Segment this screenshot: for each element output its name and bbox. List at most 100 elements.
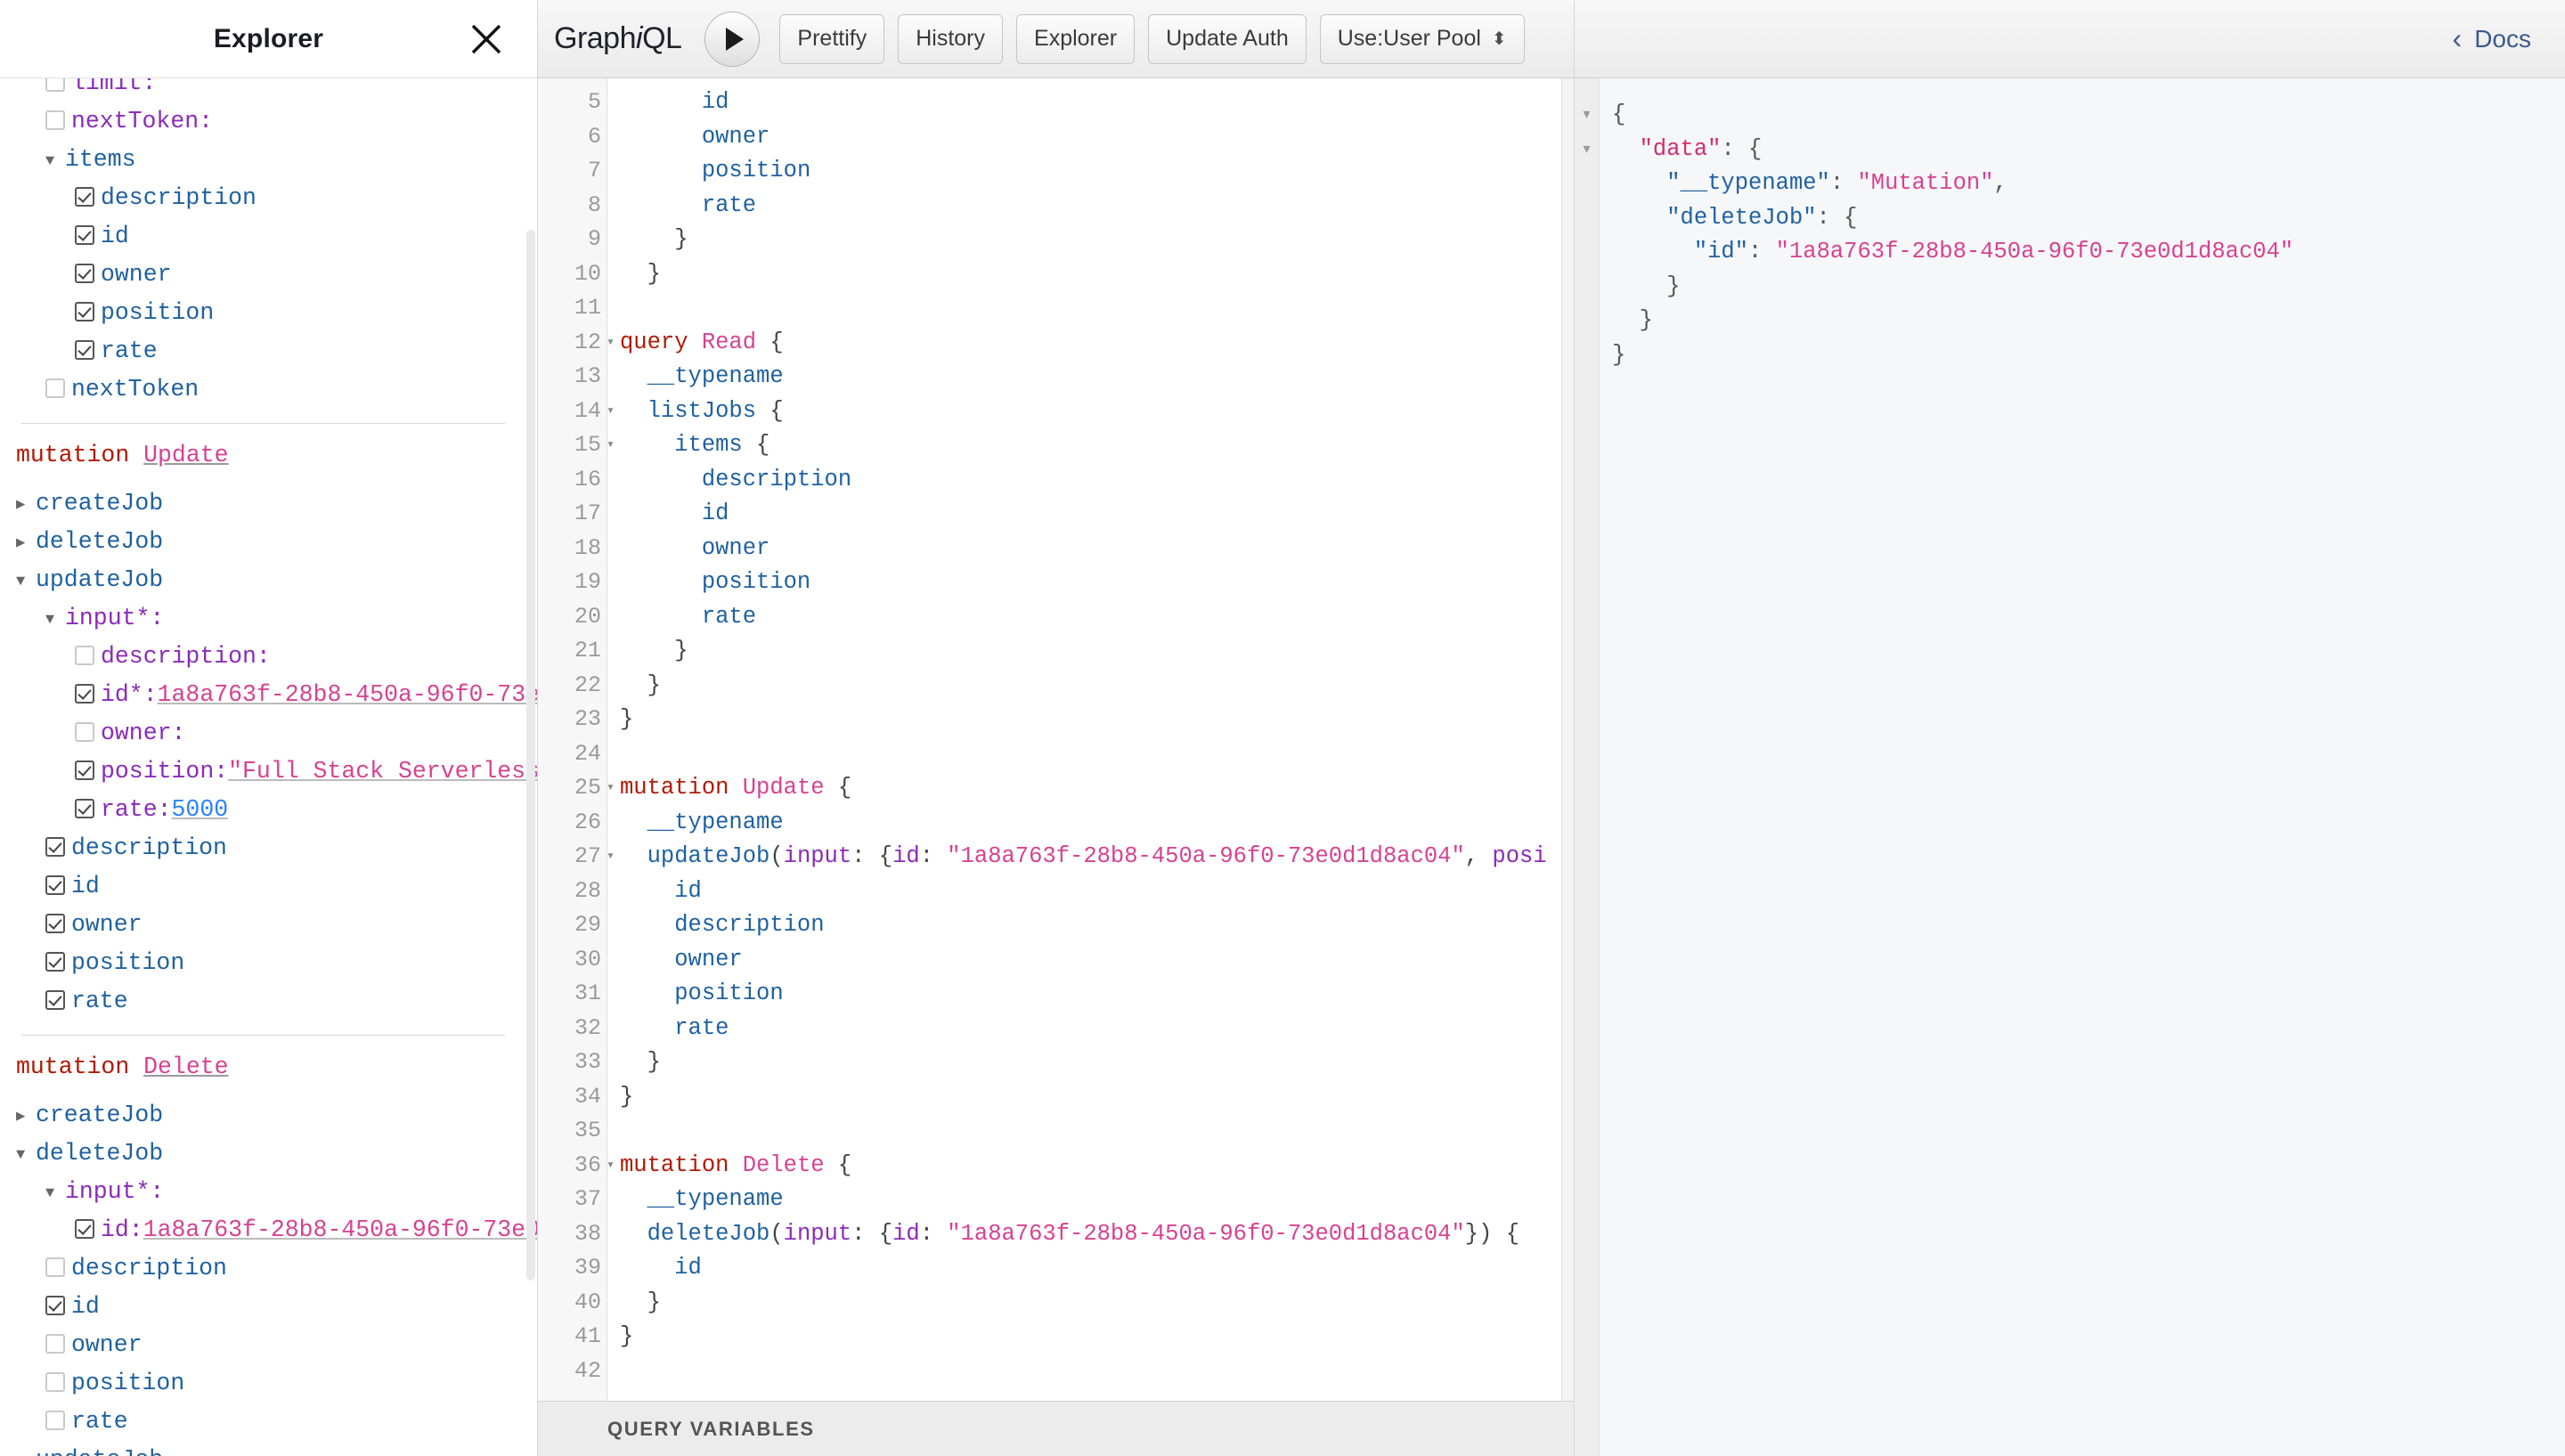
- chevron-down-icon[interactable]: ▼: [45, 142, 65, 181]
- code-line[interactable]: }: [620, 634, 1574, 669]
- code-line[interactable]: owner: [620, 532, 1574, 566]
- field-checkbox[interactable]: [75, 684, 94, 704]
- chevron-right-icon[interactable]: ▶: [16, 486, 36, 525]
- explorer-row-items[interactable]: ▼ items: [16, 141, 510, 179]
- explorer-row-id[interactable]: id: 1a8a763f-28b8-450a-96f0-73e0: [16, 1211, 537, 1249]
- code-line[interactable]: updateJob(input: {id: "1a8a763f-28b8-450…: [620, 840, 1574, 874]
- code-line[interactable]: rate: [620, 600, 1574, 635]
- field-checkbox[interactable]: [45, 378, 65, 398]
- history-button[interactable]: History: [898, 13, 1004, 64]
- explorer-row-value[interactable]: 1a8a763f-28b8-450a-96f0-73e0: [143, 1211, 537, 1249]
- chevron-right-icon[interactable]: ▶: [16, 1443, 36, 1456]
- field-checkbox[interactable]: [75, 302, 94, 321]
- explorer-row-nexttoken[interactable]: nextToken:: [16, 102, 510, 141]
- chevron-right-icon[interactable]: ▶: [16, 525, 36, 563]
- explorer-row-owner[interactable]: owner: [16, 256, 510, 294]
- code-line[interactable]: position: [620, 977, 1574, 1012]
- field-checkbox[interactable]: [75, 646, 94, 665]
- explorer-button[interactable]: Explorer: [1016, 13, 1136, 64]
- field-checkbox[interactable]: [75, 761, 94, 780]
- field-checkbox[interactable]: [45, 990, 65, 1010]
- field-checkbox[interactable]: [45, 1257, 65, 1277]
- field-checkbox[interactable]: [75, 340, 94, 360]
- field-checkbox[interactable]: [75, 225, 94, 245]
- execute-query-button[interactable]: [704, 11, 761, 67]
- prettify-button[interactable]: Prettify: [779, 13, 885, 64]
- explorer-row-position[interactable]: position: [16, 944, 510, 982]
- field-checkbox[interactable]: [45, 914, 65, 933]
- explorer-row-rate[interactable]: rate: [16, 332, 510, 370]
- code-line[interactable]: query Read {: [620, 326, 1574, 361]
- code-line[interactable]: }: [620, 1320, 1574, 1354]
- field-checkbox[interactable]: [45, 78, 65, 92]
- code-line[interactable]: deleteJob(input: {id: "1a8a763f-28b8-450…: [620, 1217, 1574, 1252]
- explorer-row-description[interactable]: description: [16, 829, 510, 867]
- explorer-row-nexttoken[interactable]: nextToken: [16, 370, 510, 409]
- code-line[interactable]: mutation Delete {: [620, 1149, 1574, 1184]
- code-line[interactable]: [620, 1114, 1574, 1149]
- code-line[interactable]: __typename: [620, 1183, 1574, 1217]
- result-fold-gutter[interactable]: ▾ ▾: [1575, 78, 1600, 1456]
- chevron-down-icon[interactable]: ▼: [45, 1175, 65, 1213]
- code-line[interactable]: id: [620, 1251, 1574, 1286]
- explorer-row-description[interactable]: description:: [16, 638, 510, 676]
- code-line[interactable]: [620, 291, 1574, 326]
- field-checkbox[interactable]: [75, 187, 94, 207]
- query-variables-bar[interactable]: QUERY VARIABLES: [538, 1401, 1574, 1456]
- explorer-row-rate[interactable]: rate: 5000: [16, 791, 510, 829]
- code-line[interactable]: rate: [620, 189, 1574, 224]
- explorer-row-updatejob[interactable]: ▶updateJob: [16, 1441, 510, 1456]
- field-checkbox[interactable]: [45, 110, 65, 130]
- explorer-row-owner[interactable]: owner: [16, 906, 510, 944]
- chevron-down-icon[interactable]: ▼: [45, 601, 65, 639]
- explorer-row-deletejob[interactable]: ▶ deleteJob: [16, 523, 510, 561]
- code-line[interactable]: id: [620, 497, 1574, 532]
- explorer-row-value[interactable]: "Full Stack Serverless: [228, 752, 537, 791]
- code-line[interactable]: }: [620, 257, 1574, 292]
- fold-toggle-icon[interactable]: ▾: [1575, 133, 1599, 167]
- explorer-row-value[interactable]: 1a8a763f-28b8-450a-96f0-73e: [158, 676, 537, 714]
- field-checkbox[interactable]: [45, 1372, 65, 1392]
- code-line[interactable]: [620, 737, 1574, 772]
- code-line[interactable]: description: [620, 908, 1574, 943]
- auth-mode-select[interactable]: Use:User Pool ⬍: [1319, 13, 1525, 64]
- operation-name[interactable]: Update: [143, 442, 228, 468]
- code-line[interactable]: }: [620, 669, 1574, 704]
- field-checkbox[interactable]: [45, 1296, 65, 1315]
- code-line[interactable]: position: [620, 154, 1574, 189]
- chevron-right-icon[interactable]: ▶: [16, 1098, 36, 1136]
- explorer-row-createjob[interactable]: ▶ createJob: [16, 1096, 510, 1135]
- code-content[interactable]: id owner position rate } } query Read { …: [607, 78, 1574, 1401]
- code-line[interactable]: __typename: [620, 360, 1574, 395]
- explorer-scrollbar-thumb[interactable]: [526, 230, 535, 1281]
- explorer-row-id[interactable]: id: [16, 217, 510, 256]
- code-line[interactable]: [620, 1354, 1574, 1389]
- explorer-row-rate[interactable]: rate: [16, 982, 510, 1021]
- code-line[interactable]: }: [620, 1080, 1574, 1115]
- close-icon[interactable]: [468, 20, 505, 58]
- field-checkbox[interactable]: [75, 799, 94, 818]
- code-line[interactable]: id: [620, 874, 1574, 909]
- field-checkbox[interactable]: [45, 1334, 65, 1354]
- code-editor[interactable]: 5 6 7 8 9 10 11 12 ▾ 13 14 ▾ 15 ▾ 16 17 18 19 20 21 22 23 24 25…: [538, 78, 1574, 1401]
- explorer-row-id[interactable]: id: [16, 1288, 510, 1326]
- chevron-down-icon[interactable]: ▼: [16, 1136, 36, 1175]
- code-line[interactable]: id: [620, 85, 1574, 120]
- update-auth-button[interactable]: Update Auth: [1148, 13, 1307, 64]
- code-line[interactable]: listJobs {: [620, 395, 1574, 429]
- code-line[interactable]: description: [620, 463, 1574, 498]
- explorer-row-description[interactable]: description: [16, 1249, 510, 1288]
- explorer-row-value[interactable]: 5000: [172, 791, 229, 829]
- fold-toggle-icon[interactable]: ▾: [1575, 98, 1599, 133]
- code-line[interactable]: position: [620, 565, 1574, 600]
- explorer-row-input[interactable]: ▼ input*:: [16, 599, 510, 638]
- explorer-row-description[interactable]: description: [16, 179, 510, 217]
- field-checkbox[interactable]: [45, 1411, 65, 1430]
- chevron-down-icon[interactable]: ▼: [16, 563, 36, 601]
- code-line[interactable]: owner: [620, 943, 1574, 978]
- code-line[interactable]: __typename: [620, 806, 1574, 841]
- code-line[interactable]: }: [620, 1045, 1574, 1080]
- explorer-row-createjob[interactable]: ▶ createJob: [16, 484, 510, 523]
- field-checkbox[interactable]: [75, 1219, 94, 1239]
- code-line[interactable]: mutation Update {: [620, 771, 1574, 806]
